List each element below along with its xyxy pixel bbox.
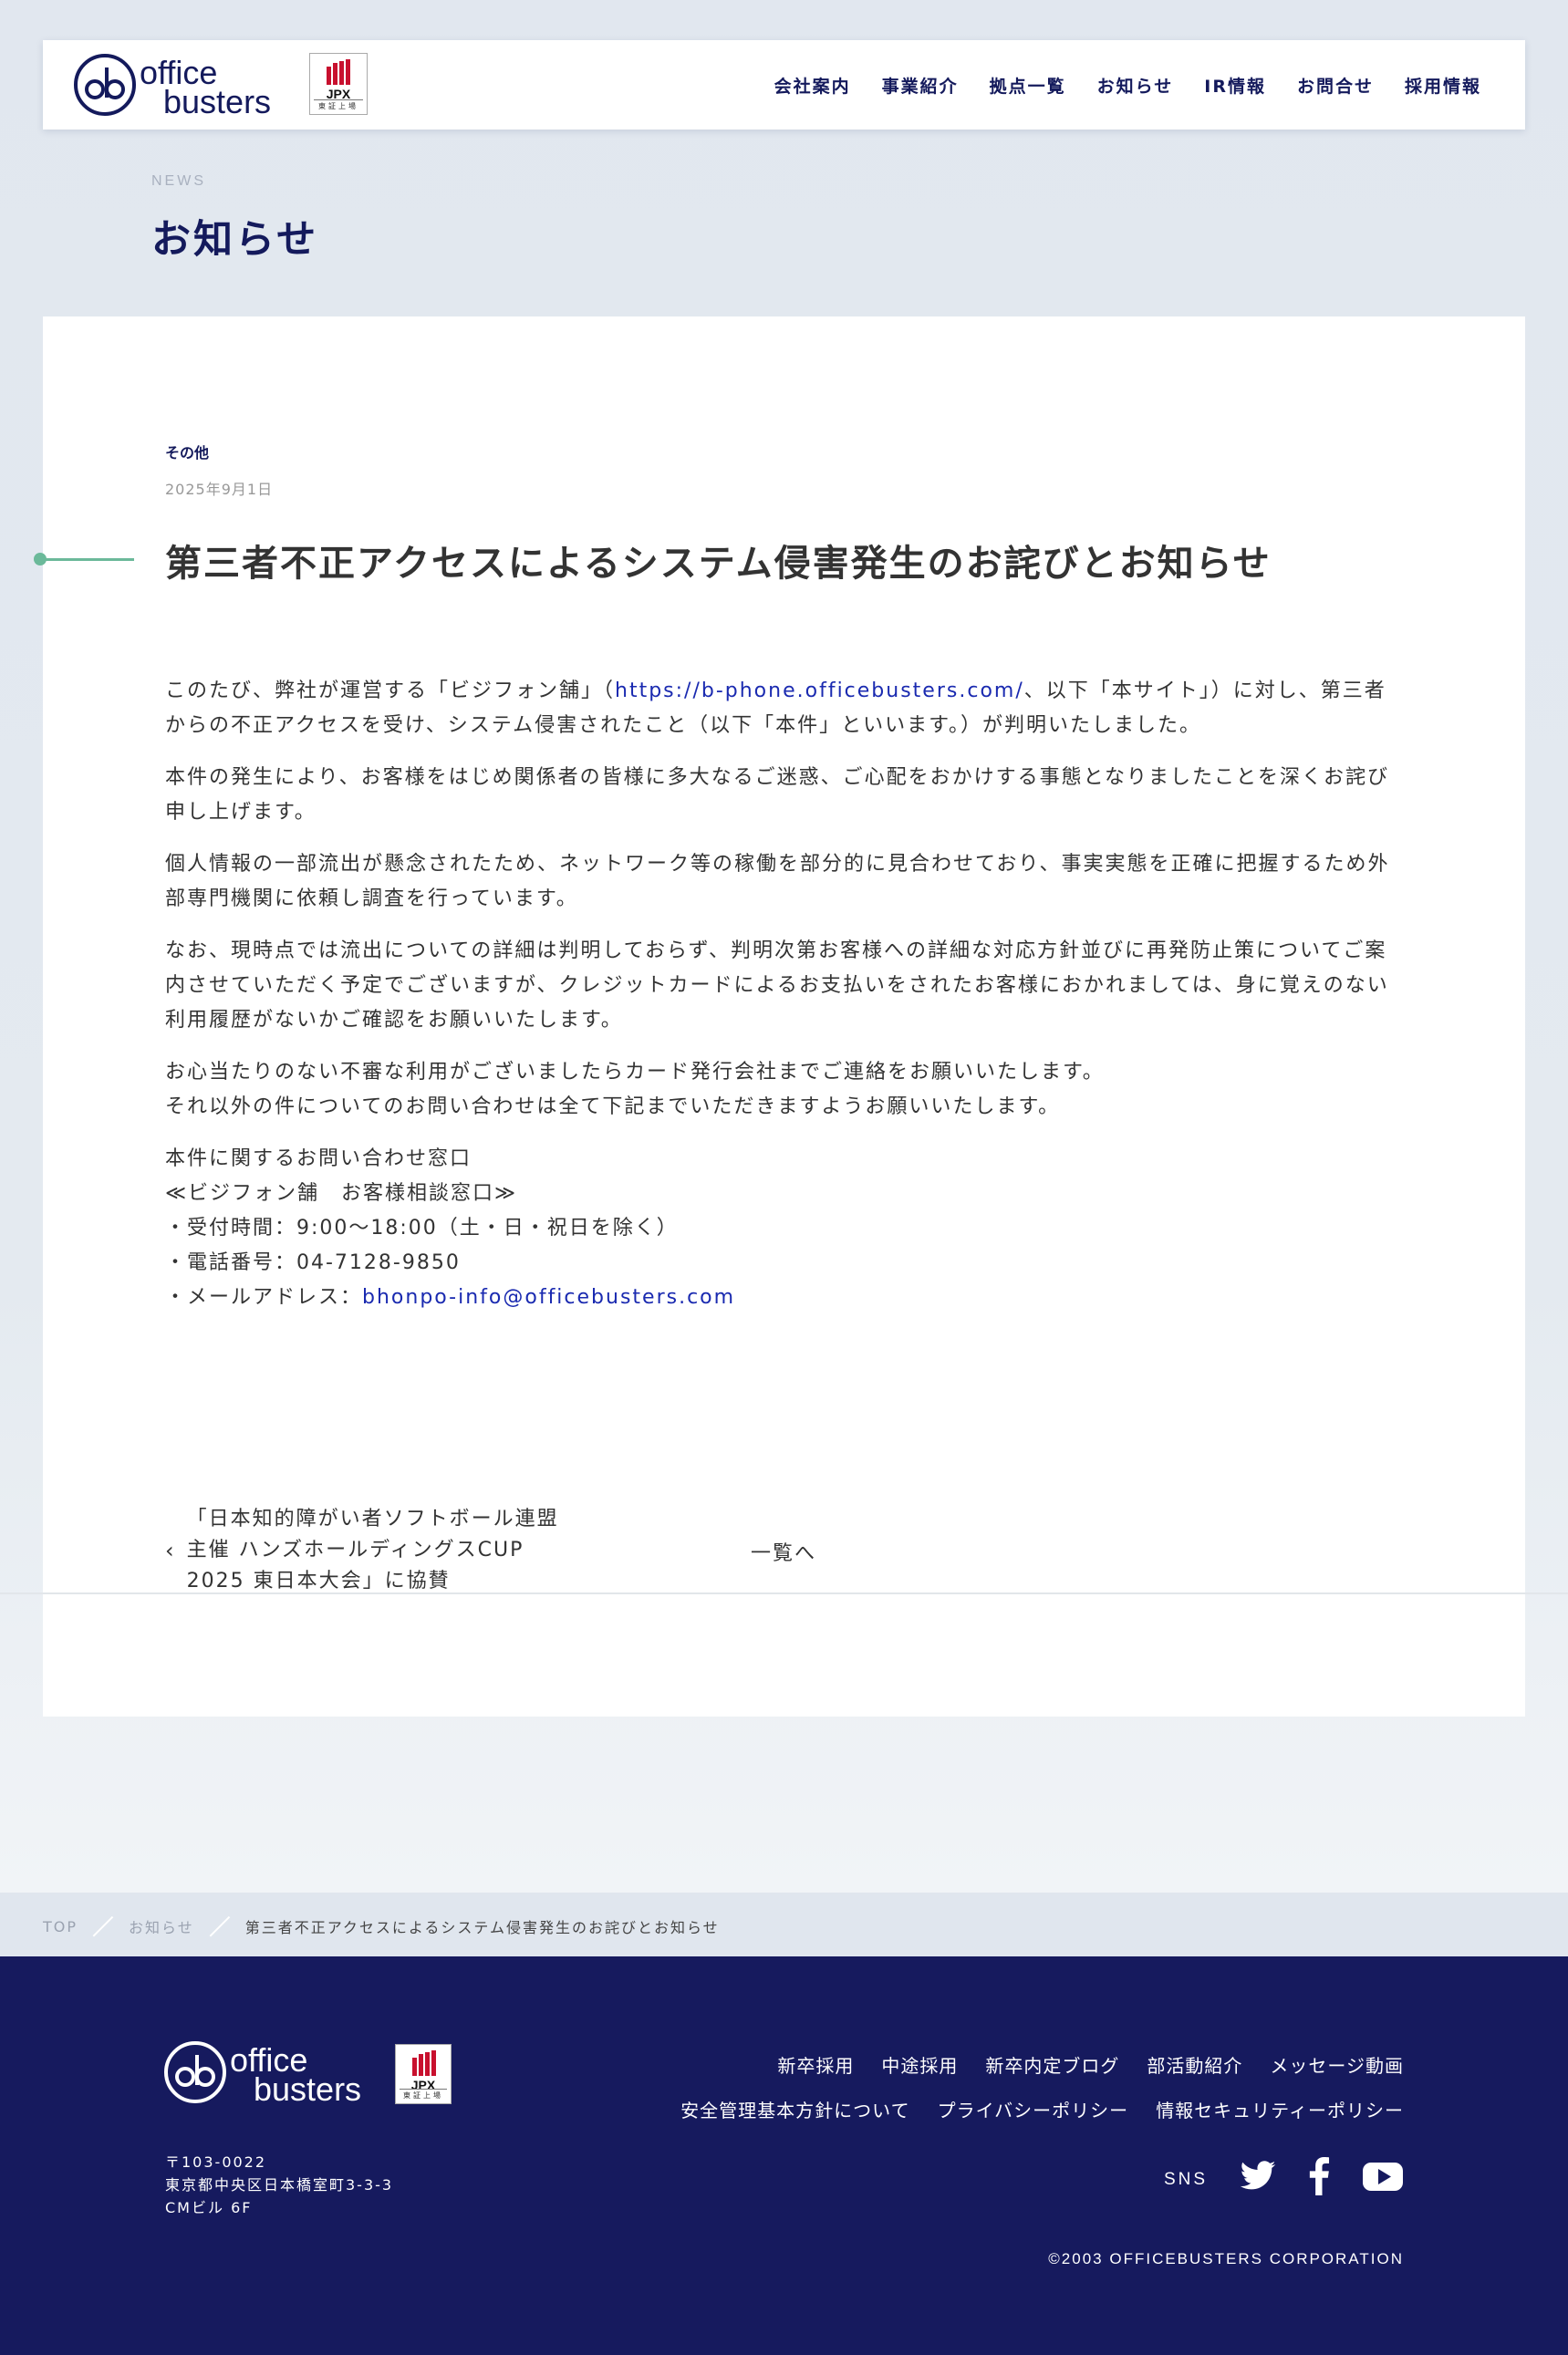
- article-paragraph: このたび、弊社が運営する「ビジフォン舗」（https://b-phone.off…: [165, 674, 1406, 743]
- breadcrumb: TOP お知らせ 第三者不正アクセスによるシステム侵害発生のお詫びとお知らせ: [43, 1914, 720, 1938]
- address-zip: 〒103-0022: [165, 2153, 267, 2171]
- jpx-bars-icon: [412, 2050, 436, 2076]
- article-body: このたび、弊社が運営する「ビジフォン舗」（https://b-phone.off…: [165, 674, 1406, 1333]
- article-title: 第三者不正アクセスによるシステム侵害発生のお詫びとお知らせ: [165, 543, 1272, 585]
- article-paragraph: 個人情報の一部流出が懸念されたため、ネットワーク等の稼働を部分的に見合わせており…: [165, 853, 1390, 910]
- paragraph-line: お心当たりのない不審な利用がございましたらカード発行会社までご連絡をお願いいたし…: [165, 1061, 1105, 1084]
- facebook-icon[interactable]: [1305, 2157, 1333, 2195]
- footer-link-security-policy[interactable]: 情報セキュリティーポリシー: [1156, 2096, 1404, 2122]
- breadcrumb-separator: [209, 1914, 231, 1938]
- title-accent-dot: [34, 553, 47, 565]
- company-address: 〒103-0022 東京都中央区日本橋室町3-3-3 CMビル 6F: [165, 2151, 393, 2219]
- contact-heading: 本件に関するお問い合わせ窓口: [165, 1147, 472, 1170]
- paragraph-text: このたび、弊社が運営する「ビジフォン舗」（: [165, 680, 616, 702]
- breadcrumb-bar: TOP お知らせ 第三者不正アクセスによるシステム侵害発生のお詫びとお知らせ: [0, 1893, 1568, 1956]
- title-accent-line: [37, 558, 134, 561]
- article-card: その他 2025年9月1日 第三者不正アクセスによるシステム侵害発生のお詫びとお…: [34, 316, 1525, 1717]
- breadcrumb-separator: [92, 1914, 114, 1938]
- footer-nav-policies: 安全管理基本方針について プライバシーポリシー 情報セキュリティーポリシー: [680, 2096, 1404, 2122]
- footer-link-privacy-policy[interactable]: プライバシーポリシー: [938, 2096, 1129, 2122]
- svg-text:busters: busters: [254, 2070, 361, 2106]
- copyright: ©2003 OFFICEBUSTERS CORPORATION: [1048, 2250, 1404, 2267]
- nav-ir[interactable]: IR情報: [1204, 73, 1266, 98]
- article-paragraph: お心当たりのない不審な利用がございましたらカード発行会社までご連絡をお願いいたし…: [165, 1055, 1406, 1125]
- back-to-list-link[interactable]: 一覧へ: [751, 1537, 816, 1566]
- jpx-sub-label: 東証上場: [400, 2089, 447, 2101]
- main-nav: 会社案内 事業紹介 拠点一覧 お知らせ IR情報 お問合せ 採用情報: [774, 73, 1481, 98]
- page-title-en: NEWS: [151, 173, 206, 189]
- jpx-bars-icon: [327, 59, 350, 85]
- contact-email-label: ・メールアドレス：: [165, 1286, 363, 1309]
- contact-phone: ・電話番号：04-7128-9850: [165, 1251, 461, 1274]
- nav-contact[interactable]: お問合せ: [1297, 73, 1374, 98]
- prev-article-title: 「日本知的障がい者ソフトボール連盟主催 ハンズホールディングスCUP 2025 …: [186, 1508, 559, 1592]
- footer-link-new-grad[interactable]: 新卒採用: [777, 2051, 854, 2078]
- contact-block: 本件に関するお問い合わせ窓口 ≪ビジフォン舗 お客様相談窓口≫ ・受付時間：9:…: [165, 1142, 1406, 1315]
- site-header: office busters JPX 東証上場 会社案内 事業紹介 拠点一覧 お…: [43, 40, 1525, 130]
- address-line: 東京都中央区日本橋室町3-3-3: [165, 2176, 394, 2194]
- article-date: 2025年9月1日: [165, 481, 274, 498]
- breadcrumb-current: 第三者不正アクセスによるシステム侵害発生のお詫びとお知らせ: [244, 1919, 720, 1936]
- jpx-sub-label: 東証上場: [314, 99, 363, 111]
- jpx-listed-badge: JPX 東証上場: [309, 53, 368, 115]
- footer-jpx-badge: JPX 東証上場: [395, 2044, 452, 2104]
- pager-divider: [0, 1592, 1568, 1594]
- footer-link-blog[interactable]: 新卒内定ブログ: [985, 2051, 1119, 2078]
- nav-news[interactable]: お知らせ: [1097, 73, 1174, 98]
- prev-article-link[interactable]: ‹ 「日本知的障がい者ソフトボール連盟主催 ハンズホールディングスCUP 202…: [165, 1504, 570, 1597]
- paragraph-line: それ以外の件についてのお問い合わせは全て下記までいただきますようお願いいたします…: [165, 1095, 1061, 1118]
- contact-hours: ・受付時間：9:00〜18:00（土・日・祝日を除く）: [165, 1217, 679, 1240]
- footer-nav-primary: 新卒採用 中途採用 新卒内定ブログ 部活動紹介 メッセージ動画: [777, 2051, 1404, 2078]
- footer-link-video[interactable]: メッセージ動画: [1270, 2051, 1404, 2078]
- site-footer: office busters JPX 東証上場 〒103-0022 東京都中央区…: [0, 1956, 1568, 2355]
- nav-company[interactable]: 会社案内: [774, 73, 851, 98]
- contact-email-link[interactable]: bhonpo-info@officebusters.com: [362, 1286, 735, 1309]
- svg-text:busters: busters: [163, 83, 271, 119]
- article-paragraph: なお、現時点では流出についての詳細は判明しておらず、判明次第お客様への詳細な対応…: [165, 939, 1389, 1032]
- youtube-icon[interactable]: [1363, 2157, 1403, 2195]
- contact-name: ≪ビジフォン舗 お客様相談窓口≫: [165, 1182, 518, 1205]
- nav-locations[interactable]: 拠点一覧: [990, 73, 1066, 98]
- address-line: CMビル 6F: [165, 2199, 253, 2216]
- twitter-icon[interactable]: [1239, 2157, 1277, 2195]
- article-category: その他: [165, 444, 210, 462]
- footer-link-mid-career[interactable]: 中途採用: [881, 2051, 958, 2078]
- nav-business[interactable]: 事業紹介: [882, 73, 959, 98]
- footer-logo[interactable]: office busters: [164, 2040, 378, 2108]
- officebusters-logo[interactable]: office busters: [74, 53, 287, 120]
- sns-label: SNS: [1164, 2170, 1209, 2189]
- site-url-link[interactable]: https://b-phone.officebusters.com/: [615, 680, 1024, 702]
- page-title: お知らせ: [151, 217, 319, 263]
- breadcrumb-news[interactable]: お知らせ: [129, 1915, 194, 1937]
- chevron-left-icon: ‹: [165, 1538, 174, 1563]
- footer-link-safety-policy[interactable]: 安全管理基本方針について: [680, 2096, 909, 2122]
- breadcrumb-top[interactable]: TOP: [43, 1918, 78, 1935]
- article-paragraph: 本件の発生により、お客様をはじめ関係者の皆様に多大なるご迷惑、ご心配をおかけする…: [165, 766, 1390, 824]
- footer-link-clubs[interactable]: 部活動紹介: [1147, 2051, 1242, 2078]
- nav-recruit[interactable]: 採用情報: [1405, 73, 1481, 98]
